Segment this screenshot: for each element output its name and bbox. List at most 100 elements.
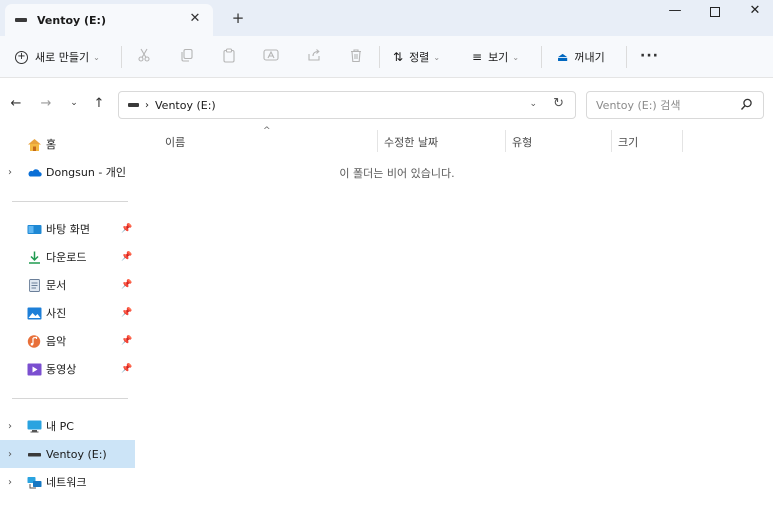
new-button[interactable]: + 새로 만들기 ⌄ bbox=[15, 48, 100, 66]
address-history-chevron-icon[interactable]: ⌄ bbox=[529, 99, 537, 109]
pin-icon[interactable]: 📌 bbox=[121, 280, 132, 290]
up-arrow-icon[interactable]: ↑ bbox=[91, 96, 107, 111]
sidebar-item-label: 네트워크 bbox=[46, 476, 87, 489]
column-header-size[interactable]: 크기 bbox=[618, 134, 638, 150]
navigation-pane: 홈 › Dongsun - 개인 바탕 화면 📌 다운로드 📌 문서 📌 사진 bbox=[0, 128, 137, 513]
cloud-icon bbox=[27, 166, 42, 179]
toolbar-divider bbox=[121, 46, 122, 68]
sidebar-item-label: 다운로드 bbox=[46, 251, 87, 264]
search-box[interactable]: Ventoy (E:) 검색 bbox=[586, 91, 764, 119]
video-icon bbox=[27, 363, 42, 376]
rename-icon[interactable] bbox=[263, 48, 279, 64]
sidebar-item-music[interactable]: 음악 📌 bbox=[0, 327, 135, 355]
refresh-icon[interactable]: ↻ bbox=[553, 96, 564, 111]
maximize-icon bbox=[710, 7, 720, 17]
file-list-pane: 이름 ^ 수정한 날짜 유형 크기 이 폴더는 비어 있습니다. bbox=[137, 126, 773, 513]
chevron-down-icon: ⌄ bbox=[93, 52, 100, 62]
sidebar-item-ventoy[interactable]: › Ventoy (E:) bbox=[0, 440, 135, 468]
tab-ventoy[interactable]: Ventoy (E:) ✕ bbox=[5, 4, 213, 36]
navigation-bar: ← → ⌄ ↑ › Ventoy (E:) ⌄ ↻ Ventoy (E:) 검색 bbox=[0, 78, 773, 128]
command-bar: + 새로 만들기 ⌄ ⇅ 정렬 ⌄ ≡ 보기 ⌄ ⏏ 꺼내기 ··· bbox=[0, 36, 773, 78]
tab-close-icon[interactable]: ✕ bbox=[187, 11, 203, 26]
sidebar-item-documents[interactable]: 문서 📌 bbox=[0, 271, 135, 299]
close-window-button[interactable]: ✕ bbox=[735, 3, 773, 23]
search-icon[interactable] bbox=[740, 98, 753, 114]
home-icon bbox=[27, 138, 42, 151]
back-arrow-icon[interactable]: ← bbox=[8, 96, 24, 111]
sort-button[interactable]: ⇅ 정렬 ⌄ bbox=[393, 48, 440, 66]
breadcrumb-chevron-icon[interactable]: › bbox=[145, 100, 149, 111]
sidebar-item-network[interactable]: › 네트워크 bbox=[0, 468, 135, 496]
paste-icon[interactable] bbox=[221, 48, 237, 64]
chevron-down-icon: ⌄ bbox=[512, 52, 520, 62]
view-button[interactable]: ≡ 보기 ⌄ bbox=[472, 48, 519, 66]
expand-chevron-icon[interactable]: › bbox=[8, 449, 12, 460]
empty-folder-message: 이 폴더는 비어 있습니다. bbox=[339, 167, 455, 180]
tab-title: Ventoy (E:) bbox=[37, 13, 106, 27]
sidebar-item-label: Ventoy (E:) bbox=[46, 447, 107, 461]
sidebar-item-home[interactable]: 홈 bbox=[0, 130, 135, 158]
toolbar-divider bbox=[379, 46, 380, 68]
sidebar-item-desktop[interactable]: 바탕 화면 📌 bbox=[0, 215, 135, 243]
sidebar-item-label: Dongsun - 개인 bbox=[46, 166, 127, 179]
recent-locations-chevron-icon[interactable]: ⌄ bbox=[66, 98, 82, 108]
expand-chevron-icon[interactable]: › bbox=[8, 421, 12, 432]
sidebar-item-onedrive[interactable]: › Dongsun - 개인 bbox=[0, 158, 135, 186]
sidebar-item-label: 문서 bbox=[46, 279, 67, 292]
toolbar-divider bbox=[626, 46, 627, 68]
eject-button[interactable]: ⏏ 꺼내기 bbox=[557, 48, 605, 66]
column-divider[interactable] bbox=[505, 130, 506, 152]
column-header-type[interactable]: 유형 bbox=[512, 134, 532, 150]
view-list-icon: ≡ bbox=[472, 50, 483, 64]
expand-chevron-icon[interactable]: › bbox=[8, 477, 12, 488]
sidebar-divider bbox=[12, 398, 128, 399]
network-icon bbox=[27, 476, 42, 489]
sidebar-item-label: 동영상 bbox=[46, 363, 77, 376]
column-header-name[interactable]: 이름 bbox=[165, 134, 185, 150]
delete-icon[interactable] bbox=[348, 48, 364, 64]
column-header-modified[interactable]: 수정한 날짜 bbox=[384, 134, 438, 150]
sidebar-item-this-pc[interactable]: › 내 PC bbox=[0, 412, 135, 440]
column-divider[interactable] bbox=[611, 130, 612, 152]
chevron-down-icon: ⌄ bbox=[433, 52, 441, 62]
column-divider[interactable] bbox=[682, 130, 683, 152]
document-icon bbox=[27, 278, 42, 292]
breadcrumb-ventoy[interactable]: Ventoy (E:) bbox=[155, 99, 216, 112]
sidebar-divider bbox=[12, 201, 128, 202]
search-input[interactable]: Ventoy (E:) 검색 bbox=[596, 97, 680, 113]
desktop-icon bbox=[27, 223, 42, 236]
title-bar: Ventoy (E:) ✕ + — ✕ bbox=[0, 0, 773, 36]
forward-arrow-icon[interactable]: → bbox=[38, 96, 54, 111]
picture-icon bbox=[27, 307, 42, 320]
more-options-button[interactable]: ··· bbox=[640, 48, 659, 64]
sidebar-item-label: 음악 bbox=[46, 335, 67, 348]
pin-icon[interactable]: 📌 bbox=[121, 364, 132, 374]
address-bar[interactable]: › Ventoy (E:) ⌄ ↻ bbox=[118, 91, 576, 119]
share-icon[interactable] bbox=[306, 48, 322, 64]
view-button-label: 보기 bbox=[488, 51, 509, 64]
new-tab-button[interactable]: + bbox=[230, 9, 246, 27]
copy-icon[interactable] bbox=[179, 48, 195, 64]
pin-icon[interactable]: 📌 bbox=[121, 252, 132, 262]
minimize-button[interactable]: — bbox=[655, 3, 695, 23]
pin-icon[interactable]: 📌 bbox=[121, 224, 132, 234]
pin-icon[interactable]: 📌 bbox=[121, 308, 132, 318]
drive-icon bbox=[27, 448, 42, 461]
maximize-button[interactable] bbox=[695, 3, 735, 23]
sidebar-item-pictures[interactable]: 사진 📌 bbox=[0, 299, 135, 327]
column-divider[interactable] bbox=[377, 130, 378, 152]
expand-chevron-icon[interactable]: › bbox=[8, 167, 12, 178]
computer-icon bbox=[27, 420, 42, 433]
toolbar-divider bbox=[541, 46, 542, 68]
download-icon bbox=[27, 251, 42, 264]
cut-icon[interactable] bbox=[136, 48, 152, 64]
new-button-label: 새로 만들기 bbox=[35, 51, 90, 64]
sidebar-item-videos[interactable]: 동영상 📌 bbox=[0, 355, 135, 383]
drive-icon bbox=[128, 103, 139, 107]
sort-ascending-icon: ^ bbox=[263, 126, 271, 136]
music-icon bbox=[27, 334, 42, 348]
pin-icon[interactable]: 📌 bbox=[121, 336, 132, 346]
sidebar-item-downloads[interactable]: 다운로드 📌 bbox=[0, 243, 135, 271]
sidebar-item-label: 홈 bbox=[46, 138, 57, 151]
sort-button-label: 정렬 bbox=[409, 51, 430, 64]
